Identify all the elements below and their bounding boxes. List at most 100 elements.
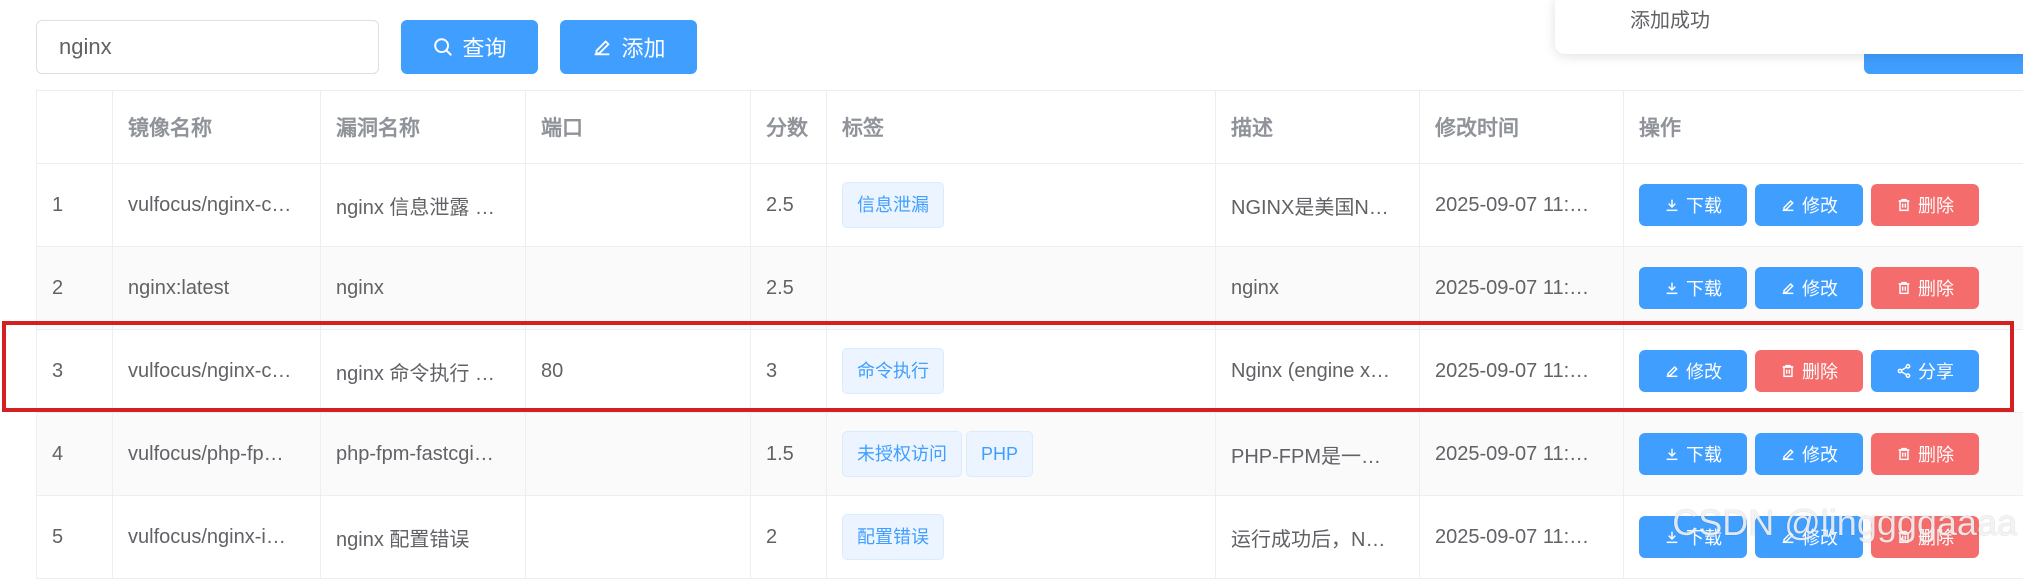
table-row: 3 vulfocus/nginx-c… nginx 命令执行 … 80 3 命令执行 Ngi…: [37, 330, 2023, 413]
download-label: 下载: [1686, 275, 1722, 301]
success-notification: 添加成功: [1555, 0, 2023, 54]
cell-index: 5: [37, 496, 113, 579]
cell-description-text: 运行成功后，N…: [1231, 529, 1385, 551]
cell-actions: 下载 修改删除: [1624, 413, 2023, 496]
table-row: 2nginx:latestnginx2.5nginx2025-09-07 11:…: [37, 247, 2023, 330]
cell-image-name: nginx:latest: [113, 247, 321, 330]
cell-image-name-text: nginx:latest: [128, 277, 229, 299]
header-score: 分数: [751, 91, 827, 164]
cell-port-text: 80: [541, 360, 563, 382]
header-description: 描述: [1216, 91, 1420, 164]
share-button[interactable]: 分享: [1871, 350, 1979, 392]
edit-button[interactable]: 修改: [1755, 184, 1863, 226]
cell-image-name: vulfocus/nginx-i…: [113, 496, 321, 579]
edit-button[interactable]: 修改: [1755, 433, 1863, 475]
cell-port: [526, 413, 751, 496]
cell-image-name: vulfocus/nginx-c…: [113, 164, 321, 247]
tag: 命令执行: [842, 348, 944, 394]
cell-modified-time: 2025-09-07 11:…: [1420, 330, 1624, 413]
cell-image-name: vulfocus/nginx-c…: [113, 330, 321, 413]
cell-image-name: vulfocus/php-fp…: [113, 413, 321, 496]
download-icon: [1664, 446, 1680, 462]
trash-icon: [1896, 280, 1912, 296]
table-header-row: 镜像名称 漏洞名称 端口 分数 标签 描述 修改时间 操作: [37, 91, 2023, 164]
cell-index-text: 1: [52, 194, 63, 216]
cell-tags: [827, 247, 1216, 330]
row-actions: 修改 删除 分享: [1639, 350, 2023, 392]
cell-tags: 配置错误: [827, 496, 1216, 579]
notification-message: 添加成功: [1630, 4, 1710, 33]
download-icon: [1664, 280, 1680, 296]
cell-index-text: 4: [52, 443, 63, 465]
cell-score: 2.5: [751, 247, 827, 330]
delete-button[interactable]: 删除: [1871, 184, 1979, 226]
download-button[interactable]: 下载: [1639, 267, 1747, 309]
download-button[interactable]: 下载: [1639, 184, 1747, 226]
query-label: 查询: [462, 31, 506, 63]
trash-icon: [1896, 197, 1912, 213]
cell-modified-time: 2025-09-07 11:…: [1420, 496, 1624, 579]
cell-tags: 命令执行: [827, 330, 1216, 413]
cell-description: Nginx (engine x…: [1216, 330, 1420, 413]
edit-icon: [591, 36, 613, 58]
edit-button[interactable]: 修改: [1639, 350, 1747, 392]
cell-vuln-name-text: nginx 信息泄露 …: [336, 197, 495, 219]
cell-score-text: 2: [766, 526, 777, 548]
header-vuln-name: 漏洞名称: [321, 91, 526, 164]
cell-description-text: nginx: [1231, 277, 1279, 299]
search-icon: [432, 36, 454, 58]
trash-icon: [1780, 363, 1796, 379]
delete-button[interactable]: 删除: [1871, 267, 1979, 309]
header-index: [37, 91, 113, 164]
download-label: 下载: [1686, 441, 1722, 467]
cell-actions: 修改 删除 分享: [1624, 330, 2023, 413]
query-button[interactable]: 查询: [401, 20, 538, 74]
cell-vuln-name-text: nginx 命令执行 …: [336, 363, 495, 385]
add-label: 添加: [621, 31, 665, 63]
cell-index-text: 2: [52, 277, 63, 299]
cell-actions: 下载 修改 删除: [1624, 164, 2023, 247]
cell-image-name-text: vulfocus/nginx-i…: [128, 526, 286, 548]
edit-icon: [1780, 280, 1796, 296]
download-button[interactable]: 下载: [1639, 433, 1747, 475]
share-icon: [1896, 363, 1912, 379]
delete-label: 删除: [1802, 358, 1838, 384]
cell-index: 3: [37, 330, 113, 413]
cell-index: 4: [37, 413, 113, 496]
cell-modified-time-text: 2025-09-07 11:…: [1435, 443, 1589, 465]
cell-vuln-name: nginx 命令执行 …: [321, 330, 526, 413]
cell-tags: 信息泄漏: [827, 164, 1216, 247]
tag: 信息泄漏: [842, 182, 944, 228]
add-button[interactable]: 添加: [560, 20, 697, 74]
edit-button[interactable]: 修改: [1755, 267, 1863, 309]
cell-score-text: 3: [766, 360, 777, 382]
header-modified-time: 修改时间: [1420, 91, 1624, 164]
delete-label: 删除: [1918, 275, 1954, 301]
header-actions: 操作: [1624, 91, 2023, 164]
cell-description-text: NGINX是美国N…: [1231, 197, 1389, 219]
cell-score: 2: [751, 496, 827, 579]
edit-label: 修改: [1802, 192, 1838, 218]
row-actions: 下载 修改删除: [1639, 433, 2023, 475]
cell-vuln-name-text: nginx 配置错误: [336, 529, 469, 551]
cell-description: PHP-FPM是一…: [1216, 413, 1420, 496]
download-icon: [1664, 197, 1680, 213]
cell-image-name-text: vulfocus/nginx-c…: [128, 194, 291, 216]
edit-label: 修改: [1686, 358, 1722, 384]
edit-label: 修改: [1802, 275, 1838, 301]
header-image-name: 镜像名称: [113, 91, 321, 164]
cell-modified-time-text: 2025-09-07 11:…: [1435, 360, 1589, 382]
cell-vuln-name-text: php-fpm-fastcgi…: [336, 443, 494, 465]
cell-image-name-text: vulfocus/php-fp…: [128, 443, 284, 465]
cell-port: 80: [526, 330, 751, 413]
toolbar: 查询 添加: [36, 20, 697, 74]
search-input[interactable]: [36, 20, 379, 74]
delete-button[interactable]: 删除: [1755, 350, 1863, 392]
cell-modified-time-text: 2025-09-07 11:…: [1435, 526, 1589, 548]
cell-vuln-name: nginx: [321, 247, 526, 330]
delete-button[interactable]: 删除: [1871, 433, 1979, 475]
cell-index-text: 3: [52, 360, 63, 382]
cell-description-text: PHP-FPM是一…: [1231, 446, 1381, 468]
tag: 配置错误: [842, 514, 944, 560]
row-actions: 下载 修改 删除: [1639, 267, 2023, 309]
